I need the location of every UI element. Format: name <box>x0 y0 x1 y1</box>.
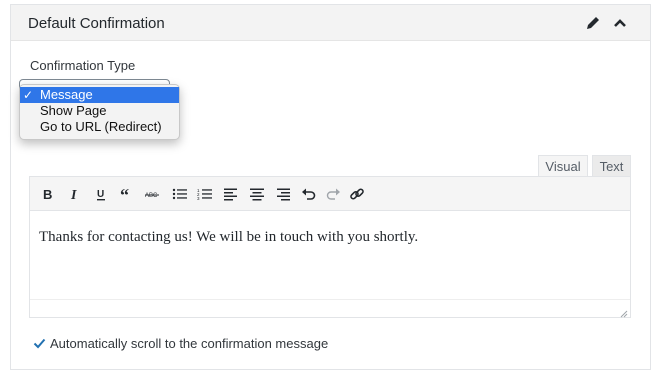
strikethrough-icon[interactable]: ABC <box>141 184 163 204</box>
bulleted-list-icon[interactable] <box>169 184 191 204</box>
link-icon[interactable] <box>346 184 368 204</box>
panel-title: Default Confirmation <box>28 15 165 32</box>
bold-icon[interactable]: B <box>36 184 58 204</box>
align-left-icon[interactable] <box>220 184 242 204</box>
italic-icon[interactable]: I <box>64 184 86 204</box>
confirmation-type-label: Confirmation Type <box>30 58 136 73</box>
underline-icon[interactable]: U <box>90 184 112 204</box>
align-center-icon[interactable] <box>246 184 268 204</box>
align-right-icon[interactable] <box>272 184 294 204</box>
option-label: Show Page <box>40 103 107 118</box>
pencil-icon[interactable] <box>584 14 602 32</box>
svg-text:“: “ <box>120 187 129 201</box>
svg-text:U: U <box>97 189 104 200</box>
undo-icon[interactable] <box>298 184 320 204</box>
svg-text:3: 3 <box>197 196 200 201</box>
message-editor: B I U “ ABC 1 2 3 Thanks for contacting … <box>29 176 631 318</box>
svg-text:B: B <box>43 187 52 201</box>
check-icon: ✓ <box>23 88 34 102</box>
blockquote-icon[interactable]: “ <box>116 184 138 204</box>
editor-toolbar: B I U “ ABC 1 2 3 <box>30 177 630 211</box>
editor-content[interactable]: Thanks for contacting us! We will be in … <box>39 229 418 246</box>
option-label: Message <box>40 87 93 102</box>
chevron-up-icon[interactable] <box>611 14 629 32</box>
svg-text:I: I <box>70 188 77 201</box>
option-label: Go to URL (Redirect) <box>40 119 162 134</box>
svg-text:ABC: ABC <box>145 193 158 199</box>
auto-scroll-label: Automatically scroll to the confirmation… <box>50 336 329 351</box>
option-redirect[interactable]: Go to URL (Redirect) <box>20 119 179 135</box>
confirmation-type-dropdown: ✓ Message Show Page Go to URL (Redirect) <box>19 84 180 140</box>
numbered-list-icon[interactable]: 1 2 3 <box>194 184 216 204</box>
redo-icon[interactable] <box>322 184 344 204</box>
editor-statusbar <box>30 299 630 318</box>
tab-visual[interactable]: Visual <box>538 155 588 177</box>
tab-text[interactable]: Text <box>592 155 631 177</box>
resize-handle-icon[interactable] <box>618 305 628 318</box>
option-message[interactable]: ✓ Message <box>20 87 179 103</box>
option-show-page[interactable]: Show Page <box>20 103 179 119</box>
panel-header: Default Confirmation <box>11 5 650 41</box>
auto-scroll-checkbox[interactable] <box>33 337 46 350</box>
